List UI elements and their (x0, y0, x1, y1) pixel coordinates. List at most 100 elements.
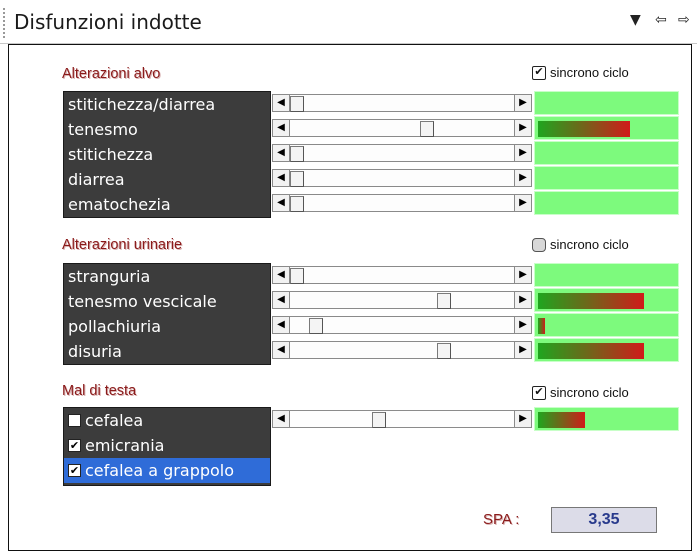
slider-track[interactable] (290, 194, 514, 212)
list-item[interactable]: disuria (64, 339, 270, 364)
level-meter-fill (538, 293, 644, 309)
slider-thumb[interactable] (309, 318, 323, 334)
slider-alvo-4[interactable]: ◀ ▶ (272, 194, 532, 212)
list-item[interactable]: tenesmo (64, 117, 270, 142)
spa-value: 3,35 (551, 507, 657, 533)
slider-track[interactable] (290, 119, 514, 137)
sync-checkbox-urinarie[interactable]: sincrono ciclo (532, 237, 629, 252)
checkbox-icon[interactable]: ✔ (68, 439, 81, 452)
list-item[interactable]: tenesmo vescicale (64, 289, 270, 314)
slider-track[interactable] (290, 291, 514, 309)
slider-thumb[interactable] (290, 146, 304, 162)
scroll-right-icon[interactable]: ▶ (514, 410, 532, 428)
list-alvo[interactable]: stitichezza/diarrea tenesmo stitichezza … (63, 91, 271, 218)
slider-thumb[interactable] (420, 121, 434, 137)
slider-thumb[interactable] (290, 96, 304, 112)
checkbox-icon[interactable]: ✔ (532, 65, 546, 80)
checklist-item-cefalea[interactable]: cefalea (64, 408, 270, 433)
window-titlebar: Disfunzioni indotte ▼ ⇦ ⇨ (0, 0, 697, 44)
scroll-right-icon[interactable]: ▶ (514, 316, 532, 334)
slider-track[interactable] (290, 341, 514, 359)
slider-alvo-0[interactable]: ◀ ▶ (272, 94, 532, 112)
scroll-left-icon[interactable]: ◀ (272, 291, 290, 309)
slider-urinarie-0[interactable]: ◀ ▶ (272, 266, 532, 284)
list-item[interactable]: stranguria (64, 264, 270, 289)
scroll-right-icon[interactable]: ▶ (514, 266, 532, 284)
slider-urinarie-1[interactable]: ◀ ▶ (272, 291, 532, 309)
slider-thumb[interactable] (437, 343, 451, 359)
scroll-left-icon[interactable]: ◀ (272, 341, 290, 359)
sync-label: sincrono ciclo (550, 237, 629, 252)
checklist-item-label: emicrania (85, 436, 165, 455)
scroll-right-icon[interactable]: ▶ (514, 341, 532, 359)
checklist-item-emicrania[interactable]: ✔ emicrania (64, 433, 270, 458)
scroll-left-icon[interactable]: ◀ (272, 316, 290, 334)
slider-alvo-3[interactable]: ◀ ▶ (272, 169, 532, 187)
slider-track[interactable] (290, 144, 514, 162)
sync-checkbox-alvo[interactable]: ✔ sincrono ciclo (532, 65, 629, 80)
checklist-item-cefalea-a-grappolo[interactable]: ✔ cefalea a grappolo (64, 458, 270, 483)
level-meter-fill (538, 412, 585, 428)
checkbox-icon[interactable] (68, 414, 81, 427)
back-arrow-icon[interactable]: ⇦ (655, 12, 667, 28)
scroll-left-icon[interactable]: ◀ (272, 94, 290, 112)
titlebar-grip (3, 8, 7, 38)
checkbox-icon[interactable]: ✔ (68, 464, 81, 477)
list-item[interactable]: ematochezia (64, 192, 270, 217)
slider-thumb[interactable] (290, 268, 304, 284)
sync-label: sincrono ciclo (550, 385, 629, 400)
level-meter (534, 91, 679, 115)
slider-thumb[interactable] (290, 171, 304, 187)
slider-track[interactable] (290, 410, 514, 428)
level-meter (534, 116, 679, 140)
spa-label: SPA : (483, 511, 520, 528)
checklist-item-label: cefalea a grappolo (85, 461, 235, 480)
slider-alvo-2[interactable]: ◀ ▶ (272, 144, 532, 162)
scroll-left-icon[interactable]: ◀ (272, 266, 290, 284)
list-item[interactable]: stitichezza/diarrea (64, 92, 270, 117)
scroll-right-icon[interactable]: ▶ (514, 94, 532, 112)
section-title-alvo: Alterazioni alvo (62, 66, 161, 82)
scroll-left-icon[interactable]: ◀ (272, 119, 290, 137)
list-urinarie[interactable]: stranguria tenesmo vescicale pollachiuri… (63, 263, 271, 365)
slider-thumb[interactable] (290, 196, 304, 212)
list-item[interactable]: pollachiuria (64, 314, 270, 339)
dropdown-arrow-icon[interactable]: ▼ (630, 12, 641, 28)
scroll-right-icon[interactable]: ▶ (514, 119, 532, 137)
level-meter (534, 288, 679, 312)
level-meter-fill (538, 121, 630, 137)
forward-arrow-icon[interactable]: ⇨ (678, 12, 690, 28)
level-meter (534, 313, 679, 337)
section-title-urinarie: Alterazioni urinarie (62, 237, 183, 253)
slider-track[interactable] (290, 94, 514, 112)
slider-thumb[interactable] (372, 412, 386, 428)
sync-checkbox-testa[interactable]: ✔ sincrono ciclo (532, 385, 629, 400)
level-meter (534, 166, 679, 190)
level-meter-fill (538, 318, 545, 334)
scroll-left-icon[interactable]: ◀ (272, 410, 290, 428)
slider-thumb[interactable] (437, 293, 451, 309)
scroll-right-icon[interactable]: ▶ (514, 144, 532, 162)
slider-track[interactable] (290, 169, 514, 187)
scroll-right-icon[interactable]: ▶ (514, 194, 532, 212)
checkbox-icon[interactable]: ✔ (532, 385, 546, 400)
scroll-left-icon[interactable]: ◀ (272, 169, 290, 187)
scroll-right-icon[interactable]: ▶ (514, 169, 532, 187)
slider-urinarie-2[interactable]: ◀ ▶ (272, 316, 532, 334)
checkbox-icon[interactable] (532, 237, 546, 252)
scroll-right-icon[interactable]: ▶ (514, 291, 532, 309)
list-testa[interactable]: cefalea ✔ emicrania ✔ cefalea a grappolo (63, 407, 271, 486)
slider-testa[interactable]: ◀ ▶ (272, 410, 532, 428)
window-title: Disfunzioni indotte (14, 10, 202, 34)
scroll-left-icon[interactable]: ◀ (272, 144, 290, 162)
slider-track[interactable] (290, 266, 514, 284)
section-title-testa: Mal di testa (62, 383, 137, 399)
slider-alvo-1[interactable]: ◀ ▶ (272, 119, 532, 137)
level-meter (534, 338, 679, 362)
list-item[interactable]: stitichezza (64, 142, 270, 167)
slider-track[interactable] (290, 316, 514, 334)
level-meter-fill (538, 343, 644, 359)
list-item[interactable]: diarrea (64, 167, 270, 192)
scroll-left-icon[interactable]: ◀ (272, 194, 290, 212)
slider-urinarie-3[interactable]: ◀ ▶ (272, 341, 532, 359)
